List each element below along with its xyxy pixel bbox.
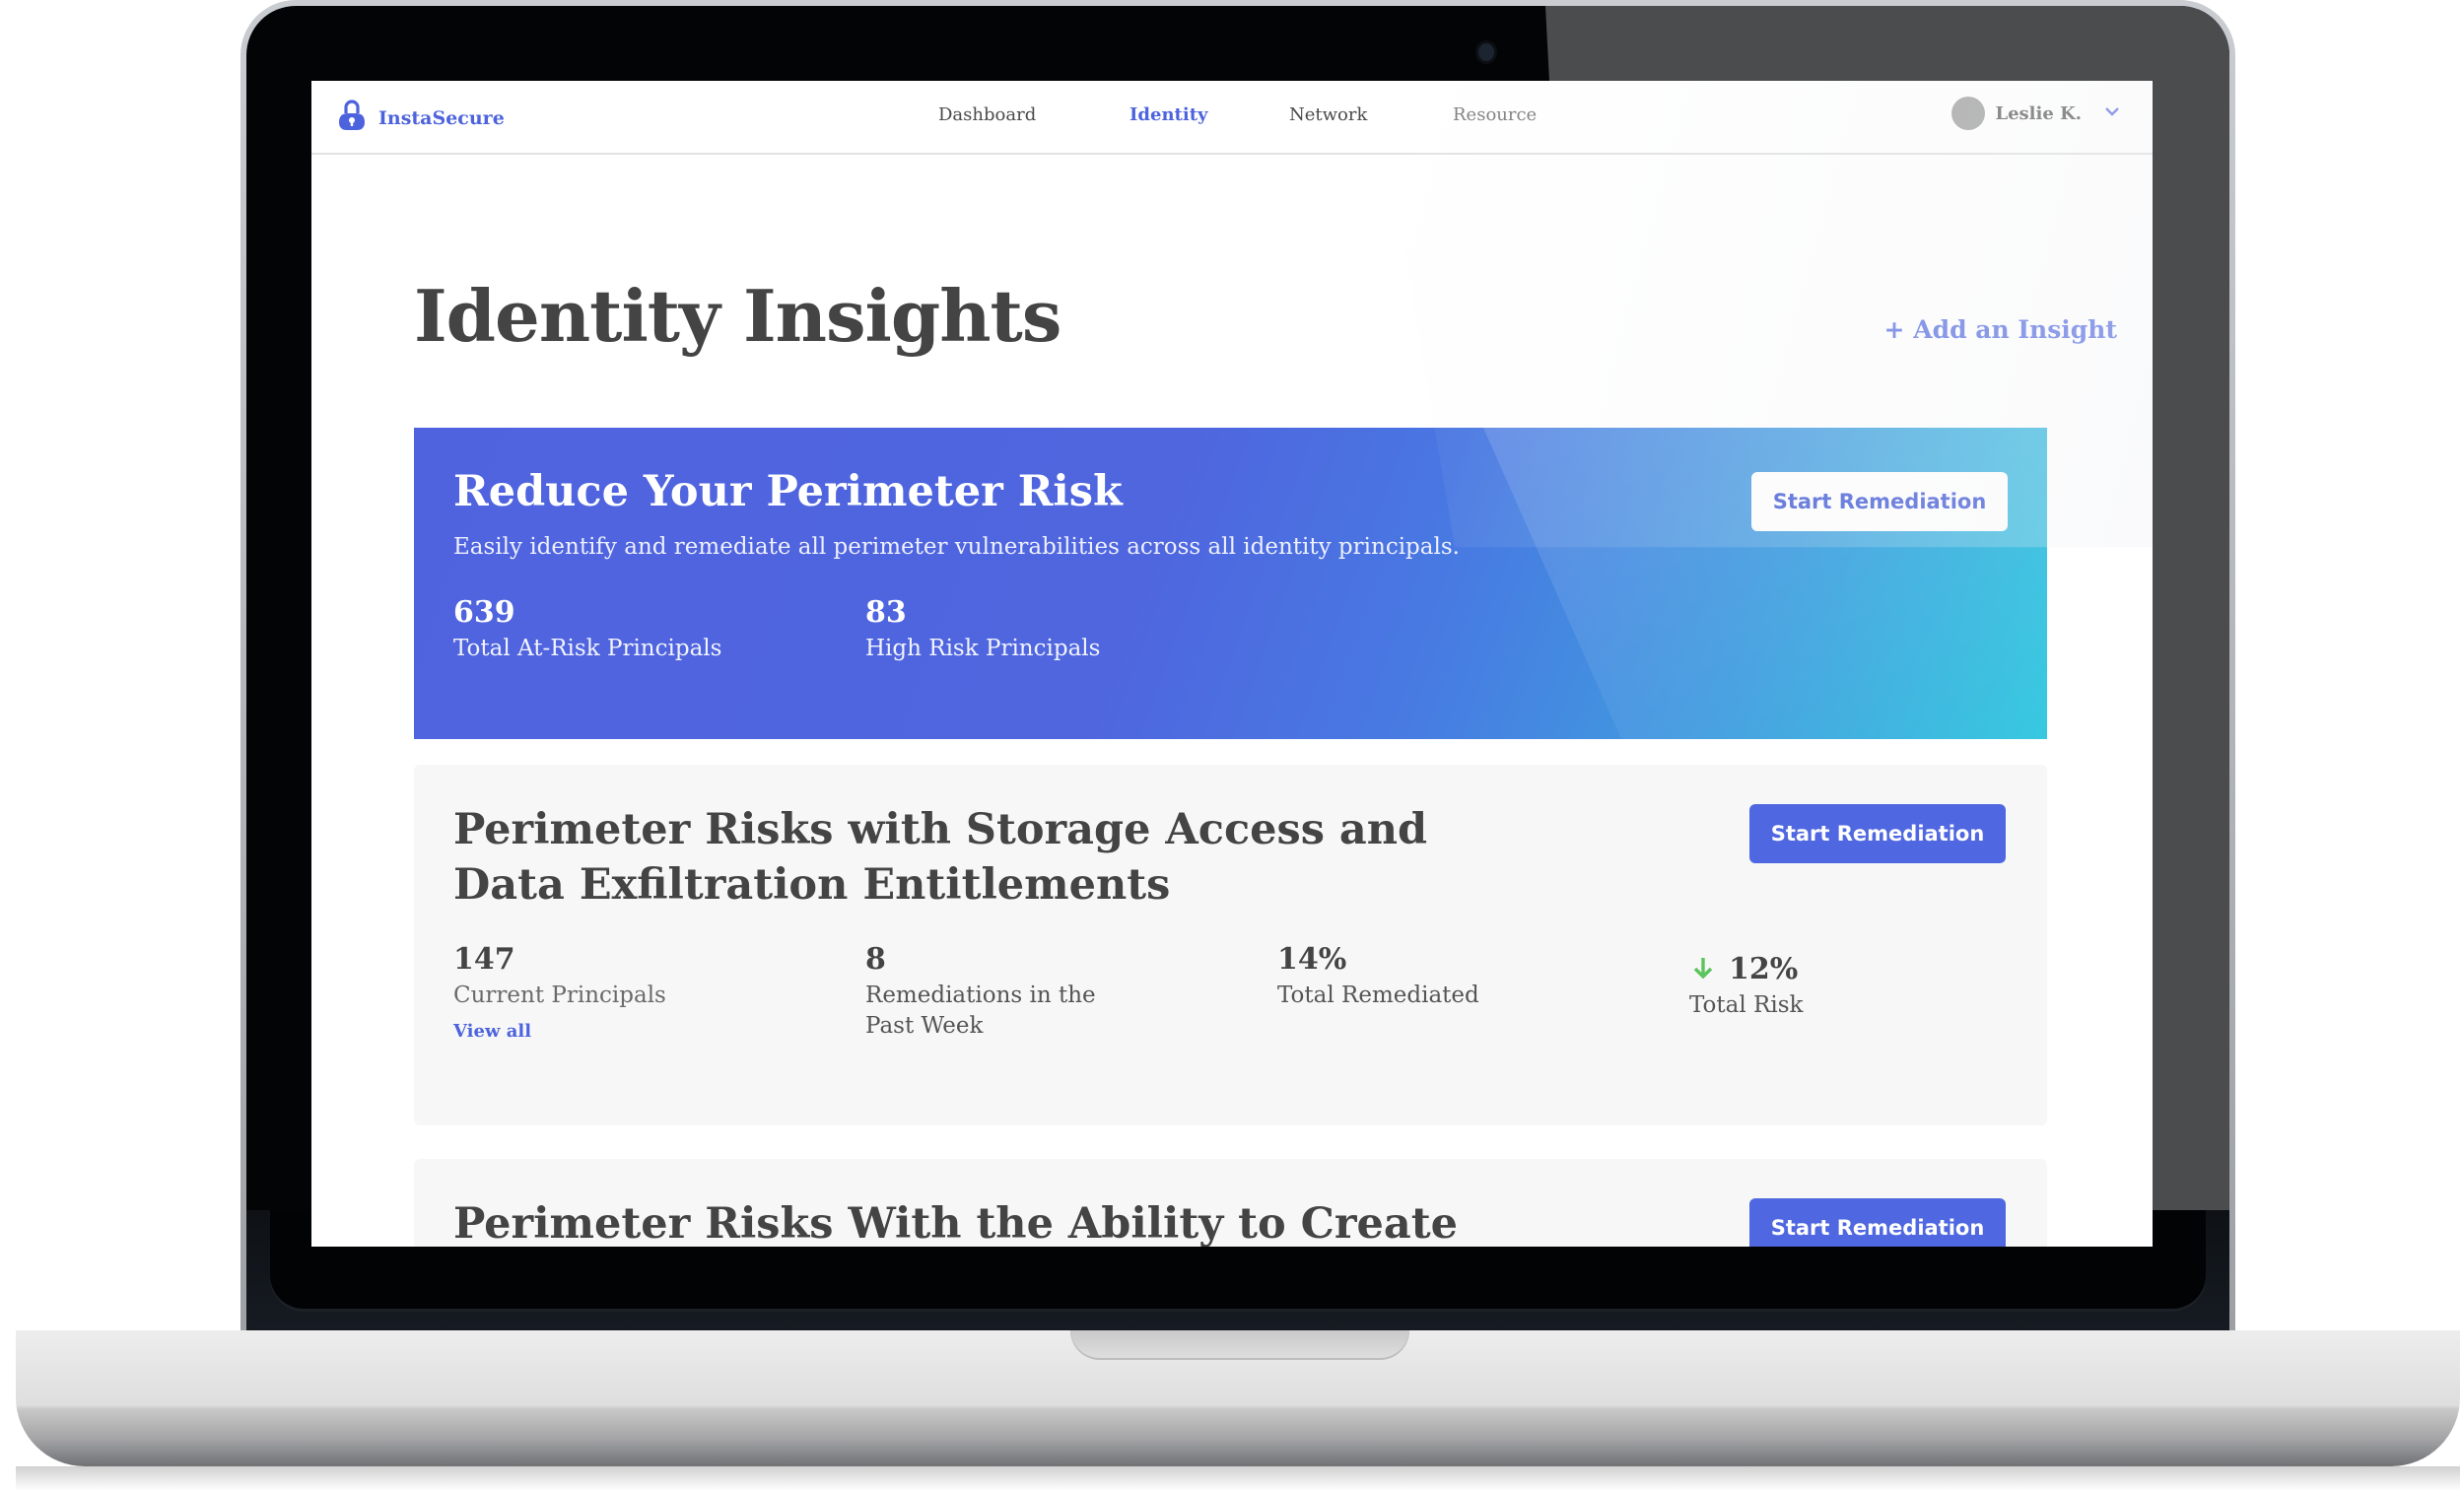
hero-start-remediation-button[interactable]: Start Remediation [1751,472,2008,531]
page-title: Identity Insights [414,274,1061,358]
add-insight-link[interactable]: + Add an Insight [1884,315,2117,344]
view-all-link[interactable]: View all [453,1021,710,1042]
hero-card: Reduce Your Perimeter Risk Easily identi… [414,428,2047,739]
stat-total-risk: 12% Total Risk [1689,952,1946,1021]
camera-icon [1478,43,1494,61]
stat-label: Total At-Risk Principals [453,636,722,661]
nav-network[interactable]: Network [1289,104,1367,125]
hero-title: Reduce Your Perimeter Risk [453,467,1123,516]
stat-value: 12% [1729,952,1799,986]
laptop-notch [1070,1330,1409,1360]
nav-dashboard[interactable]: Dashboard [938,104,1036,125]
brand-name: InstaSecure [378,107,505,129]
insight-card: Perimeter Risks With the Ability to Crea… [414,1159,2047,1247]
nav-identity[interactable]: Identity [1129,104,1207,125]
stat-value: 639 [453,595,515,630]
stat-label: Total Risk [1689,992,1804,1018]
arrow-down-icon [1689,954,1717,985]
chevron-down-icon[interactable] [2103,102,2121,124]
user-menu[interactable]: Leslie K. [1951,97,2121,130]
padlock-icon [335,99,369,138]
avatar[interactable] [1951,97,1986,130]
insight-title: Perimeter Risks with Storage Access and … [453,805,1428,910]
stat-value: 147 [453,942,515,977]
stat-value: 83 [865,595,907,630]
insight-card: Perimeter Risks with Storage Access and … [414,765,2047,1125]
stat-current-principals: 147 Current Principals View all [453,942,710,1042]
top-navbar: InstaSecure Dashboard Identity Network R… [311,81,2153,155]
laptop-reflection [16,1466,2460,1491]
stat-label: Current Principals [453,983,666,1008]
stat-label: Remediations in the Past Week [865,983,1096,1039]
hero-subtitle: Easily identify and remediate all perime… [453,534,1460,560]
app-screen: InstaSecure Dashboard Identity Network R… [311,81,2153,1247]
insight-title: Perimeter Risks With the Ability to Crea… [453,1199,1458,1247]
stat-value: 8 [865,942,886,977]
nav-resource[interactable]: Resource [1453,104,1537,125]
hero-stat-total-at-risk: 639 Total At-Risk Principals [453,595,721,661]
stat-label: High Risk Principals [865,636,1101,661]
stat-remediations-past-week: 8 Remediations in the Past Week [865,942,1122,1042]
stat-total-remediated: 14% Total Remediated [1277,942,1534,1011]
stat-label: Total Remediated [1277,983,1479,1008]
hero-stat-high-risk: 83 High Risk Principals [865,595,1100,661]
start-remediation-button[interactable]: Start Remediation [1749,804,2006,863]
stat-value: 14% [1277,942,1347,977]
start-remediation-button[interactable]: Start Remediation [1749,1198,2006,1247]
brand-logo[interactable]: InstaSecure [335,99,505,138]
user-name: Leslie K. [1995,102,2082,124]
